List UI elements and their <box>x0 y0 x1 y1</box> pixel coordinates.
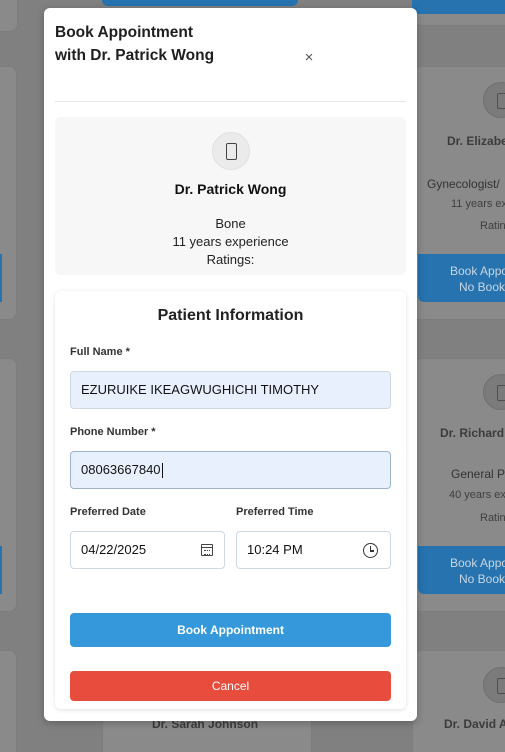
clock-icon[interactable] <box>363 543 378 558</box>
bg-doctor-specialty-2: General P <box>451 467 505 481</box>
bg-doctor-experience-2: 40 years ex <box>449 489 505 501</box>
bg-top-button-mid <box>102 0 298 6</box>
preferred-date-value: 04/22/2025 <box>81 542 147 557</box>
close-icon[interactable]: × <box>302 49 316 67</box>
bg-book-label-2: Book Appo <box>450 556 505 570</box>
full-name-input[interactable]: EZURUIKE IKEAGWUGHICHI TIMOTHY <box>70 371 391 409</box>
cancel-button[interactable]: Cancel <box>70 671 391 701</box>
calendar-icon[interactable] <box>201 544 213 556</box>
bg-card-left-3 <box>0 650 17 752</box>
bg-book-label-1: Book Appo <box>450 264 505 278</box>
bg-doctor-name-2: Dr. Richard <box>440 426 505 440</box>
doctor-experience: 11 years experience <box>172 234 289 249</box>
preferred-time-label: Preferred Time <box>236 506 314 518</box>
phone-icon <box>226 143 237 160</box>
preferred-time-input[interactable]: 10:24 PM <box>236 531 391 569</box>
bg-book-button-2: Book Appo No Book <box>418 546 505 594</box>
doctor-specialty: Bone <box>215 216 246 231</box>
bg-doctor-ratings-2: Ratin <box>480 512 505 524</box>
doctor-name: Dr. Patrick Wong <box>174 181 287 197</box>
form-title: Patient Information <box>157 307 304 324</box>
bg-doctor-name-bottom-right: Dr. David A <box>444 717 505 731</box>
patient-information-form: Patient Information Full Name * EZURUIKE… <box>55 291 406 709</box>
phone-number-input[interactable]: 08063667840 <box>70 451 391 489</box>
bg-book-button-1: Book Appo No Book <box>418 254 505 302</box>
modal-divider <box>55 101 406 102</box>
bg-card-left-2 <box>0 358 17 612</box>
bg-book-sub-1: No Book <box>459 280 505 294</box>
full-name-value: EZURUIKE IKEAGWUGHICHI TIMOTHY <box>81 382 320 397</box>
bg-book-sub-2: No Book <box>459 572 505 586</box>
bg-card-left-1 <box>0 66 17 320</box>
phone-number-value: 08063667840 <box>81 462 161 477</box>
modal-title: Book Appointment with Dr. Patrick Wong <box>55 24 215 64</box>
bg-doctor-specialty-1: Gynecologist/ <box>427 177 500 191</box>
phone-number-label: Phone Number * <box>70 426 156 438</box>
full-name-label: Full Name * <box>70 346 130 358</box>
preferred-date-input[interactable]: 04/22/2025 <box>70 531 225 569</box>
text-cursor <box>161 463 163 479</box>
bg-doctor-ratings-1: Ratin <box>480 220 505 232</box>
doctor-avatar <box>212 132 250 170</box>
preferred-date-label: Preferred Date <box>70 506 146 518</box>
doctor-ratings: Ratings: <box>206 252 255 267</box>
bg-left-strip-2 <box>0 546 2 594</box>
bg-doctor-name-1: Dr. Elizabe <box>447 134 505 148</box>
preferred-time-value: 10:24 PM <box>247 542 303 557</box>
bg-doctor-experience-1: 11 years ex <box>451 198 505 210</box>
doctor-summary-card: Dr. Patrick Wong Bone 11 years experienc… <box>55 117 406 275</box>
book-appointment-button[interactable]: Book Appointment <box>70 613 391 647</box>
bg-left-strip-1 <box>0 254 2 302</box>
bg-card-bottom-right <box>412 650 505 752</box>
book-appointment-modal: Book Appointment with Dr. Patrick Wong ×… <box>44 8 417 721</box>
bg-card-top-left <box>0 0 18 32</box>
bg-top-button-right <box>412 0 505 14</box>
